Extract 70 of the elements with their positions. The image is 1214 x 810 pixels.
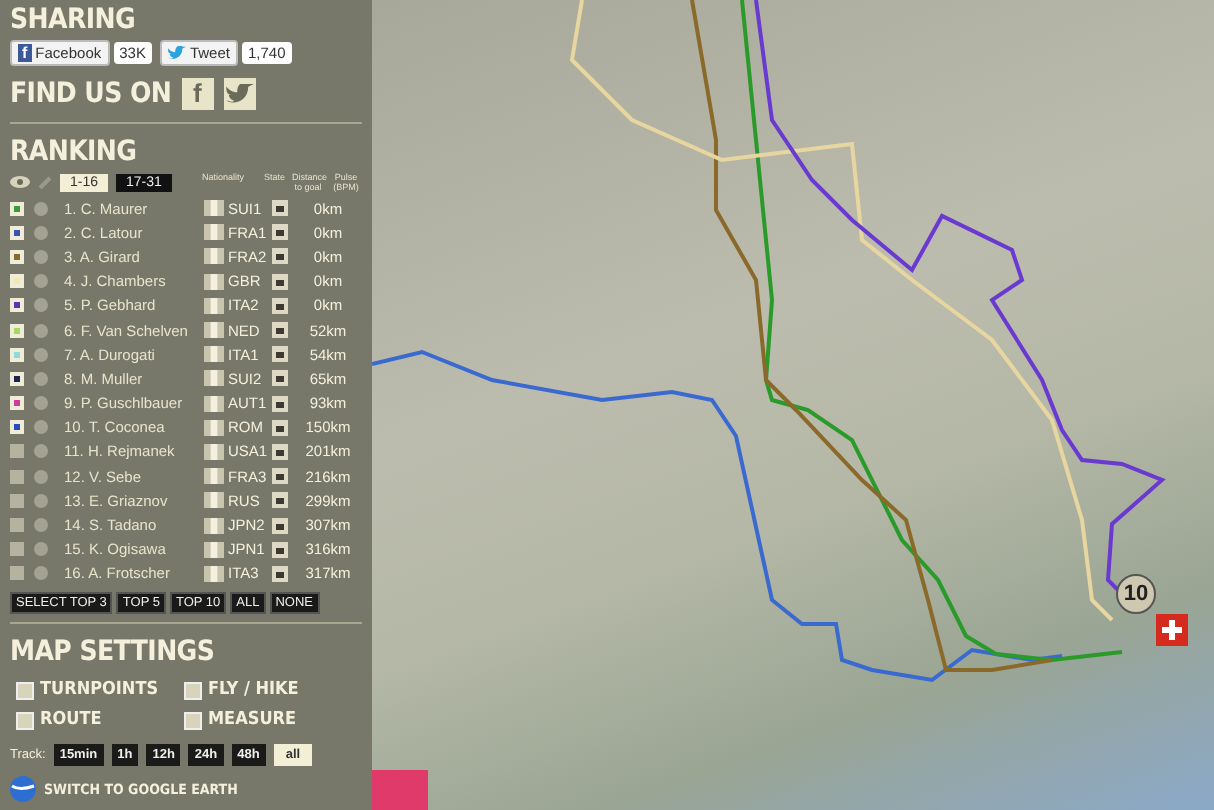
flag-icon — [204, 370, 224, 387]
pilot-checkbox[interactable] — [10, 566, 24, 581]
circle-icon — [34, 518, 48, 533]
option-label: TURNPOINTS — [40, 680, 159, 700]
globe-icon — [10, 776, 36, 802]
twitter-link[interactable] — [223, 78, 256, 110]
flag-icon — [204, 541, 224, 558]
flag-icon — [204, 297, 224, 314]
flag-icon — [204, 565, 224, 582]
eye-icon — [10, 176, 30, 188]
circle-icon — [34, 566, 48, 581]
pilot-checkbox[interactable] — [10, 469, 24, 484]
flag-icon — [204, 200, 224, 217]
option-checkbox[interactable] — [16, 711, 34, 729]
option-label: FLY / HIKE — [208, 680, 299, 700]
bird-icon — [167, 45, 186, 61]
section-title: RANKING — [10, 136, 139, 168]
circle-icon — [34, 444, 48, 459]
flag-icon — [204, 322, 224, 339]
pilot-checkbox[interactable] — [10, 396, 24, 411]
flag-icon — [204, 224, 224, 241]
circle-icon — [34, 249, 48, 264]
pilot-checkbox[interactable] — [10, 298, 24, 313]
option-label: MEASURE — [208, 710, 297, 730]
circle-icon — [34, 225, 48, 240]
flag-icon — [204, 517, 224, 534]
circle-icon — [34, 274, 48, 289]
facebook-icon: f — [18, 44, 32, 62]
pilot-checkbox[interactable] — [10, 371, 24, 386]
circle-icon — [34, 201, 48, 216]
map-marker[interactable]: 10 — [1116, 574, 1156, 614]
flag-icon — [204, 492, 224, 509]
option-checkbox[interactable] — [16, 681, 34, 699]
option-checkbox[interactable] — [184, 681, 202, 699]
circle-icon — [34, 298, 48, 313]
circle-icon — [34, 493, 48, 508]
flag-icon — [204, 468, 224, 485]
flag-icon — [204, 346, 224, 363]
option-checkbox[interactable] — [184, 711, 202, 729]
circle-icon — [34, 396, 48, 411]
option-label: ROUTE — [40, 710, 102, 730]
circle-icon — [34, 323, 48, 338]
flag-icon — [204, 419, 224, 436]
section-title: MAP SETTINGS — [10, 636, 217, 668]
pilot-checkbox[interactable] — [10, 347, 24, 362]
circle-icon — [34, 371, 48, 386]
swiss-flag-marker-icon[interactable] — [1156, 614, 1188, 646]
terrain-map[interactable]: 10 — [372, 0, 1214, 810]
section-title: SHARING — [10, 4, 138, 36]
circle-icon — [34, 347, 48, 362]
pilot-checkbox[interactable] — [10, 493, 24, 508]
bird-icon — [225, 83, 254, 105]
pilot-checkbox[interactable] — [10, 420, 24, 435]
pilot-checkbox[interactable] — [10, 274, 24, 289]
pilot-checkbox[interactable] — [10, 225, 24, 240]
pilot-checkbox[interactable] — [10, 201, 24, 216]
flag-icon — [204, 273, 224, 290]
pilot-checkbox[interactable] — [10, 542, 24, 557]
circle-icon — [34, 420, 48, 435]
circle-icon — [34, 542, 48, 557]
facebook-link[interactable]: f — [181, 78, 214, 110]
pilot-checkbox[interactable] — [10, 323, 24, 338]
flag-icon — [204, 443, 224, 460]
flag-icon — [204, 248, 224, 265]
pilot-checkbox[interactable] — [10, 249, 24, 264]
pilot-checkbox[interactable] — [10, 518, 24, 533]
section-title: FIND US ON — [10, 78, 172, 110]
pilot-checkbox[interactable] — [10, 444, 24, 459]
flag-icon — [204, 395, 224, 412]
circle-icon — [34, 469, 48, 484]
